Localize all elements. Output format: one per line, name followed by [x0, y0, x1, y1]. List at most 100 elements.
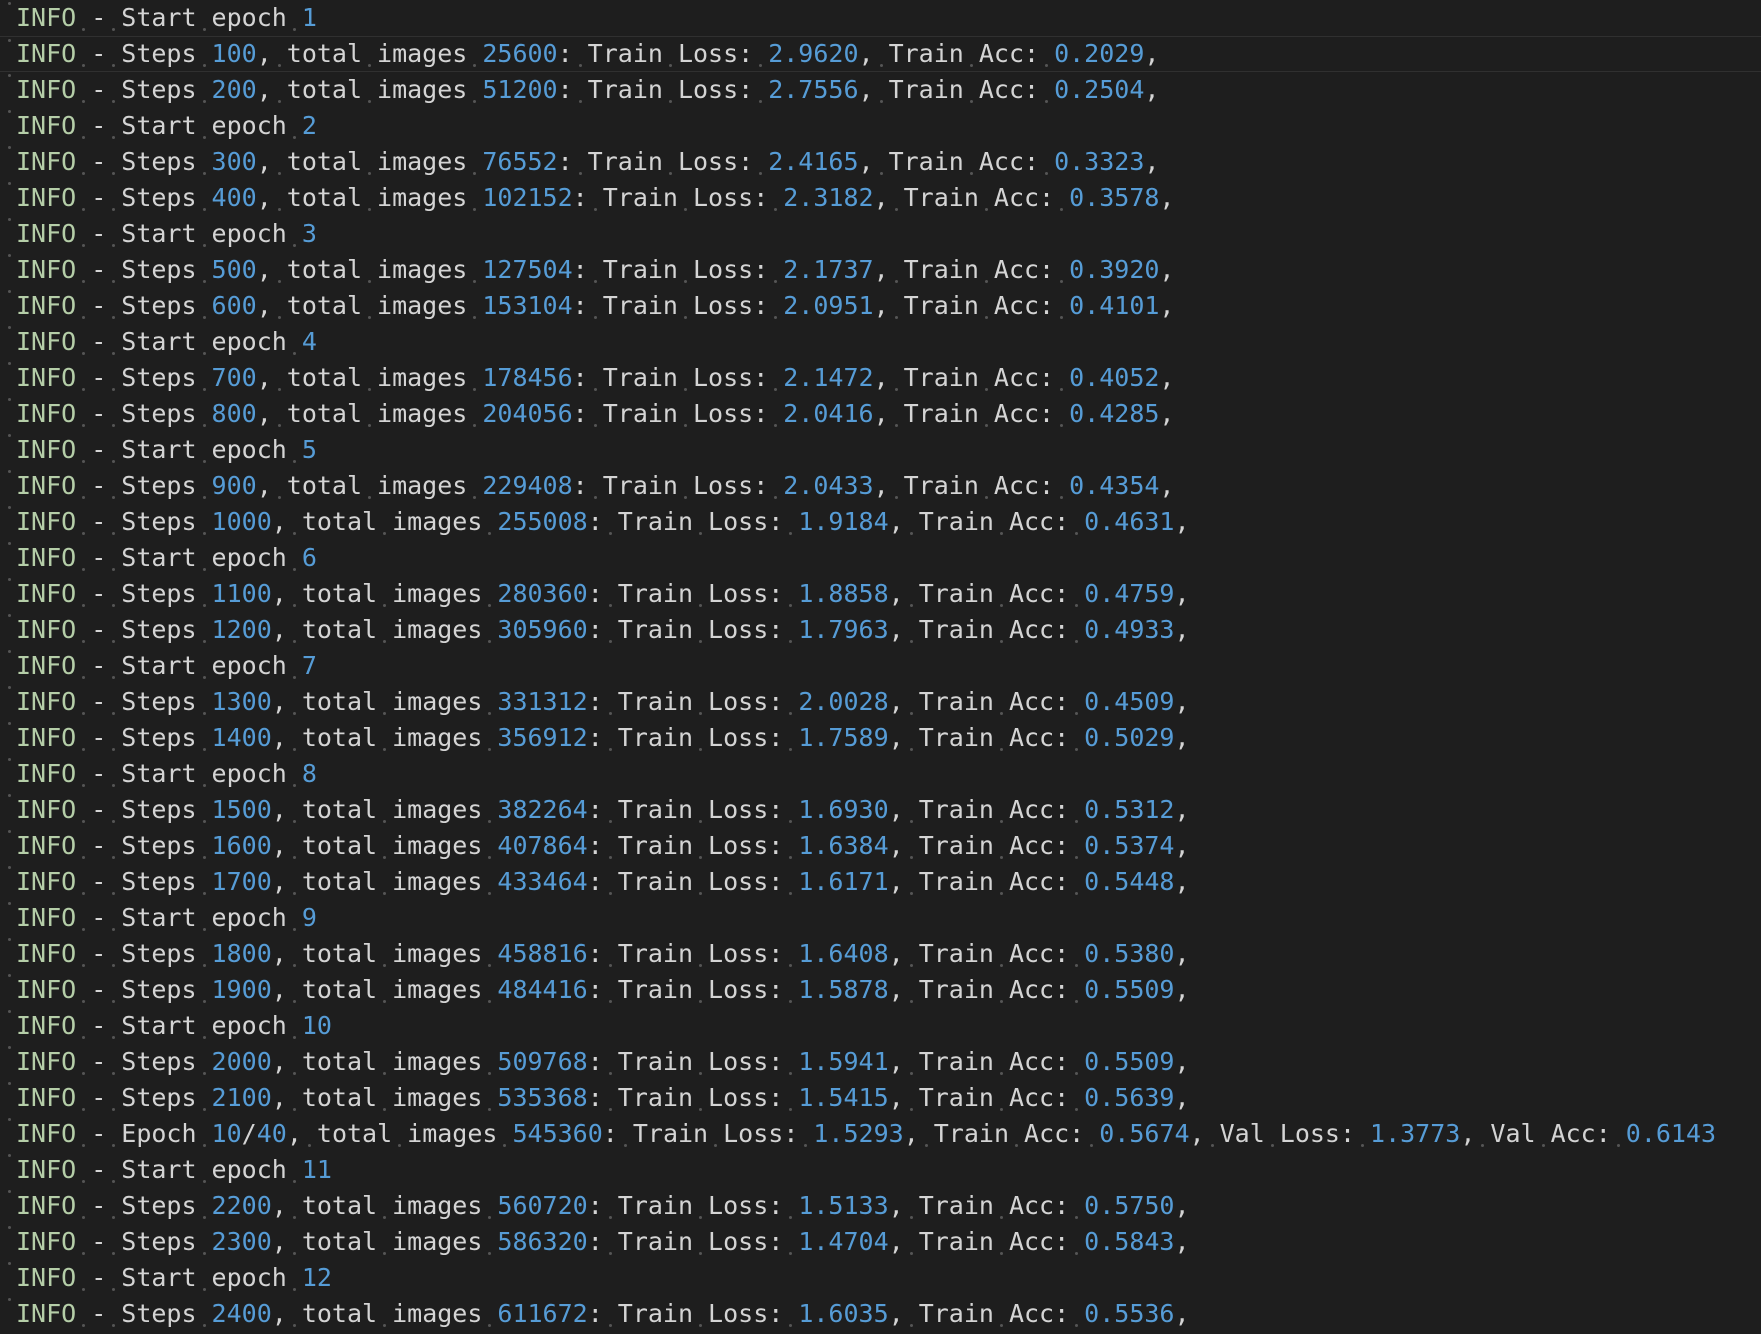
- token-text: ,: [1174, 1083, 1190, 1112]
- log-text: : Train Loss:: [573, 183, 784, 212]
- log-number: 229408: [482, 471, 572, 500]
- log-line[interactable]: INFO - Steps 600, total images 153104: Train Los…: [0, 288, 1761, 324]
- log-line[interactable]: INFO - Steps 1700, total images 433464: Train Lo…: [0, 864, 1761, 900]
- log-number: 0.4285: [1069, 399, 1159, 428]
- log-line[interactable]: INFO - Start epoch 6: [0, 540, 1761, 576]
- log-number: 1.5293: [813, 1119, 903, 1148]
- log-level: INFO: [16, 903, 76, 932]
- log-text: , Train Acc:: [859, 39, 1055, 68]
- token-text: images: [392, 939, 483, 968]
- token-text: :: [587, 723, 603, 752]
- token-text: Train: [617, 1227, 694, 1256]
- log-number: 51200: [482, 75, 557, 104]
- log-line[interactable]: INFO - Steps 2100, total images 535368: Train Lo…: [0, 1080, 1761, 1116]
- token-text: Steps: [121, 471, 197, 500]
- log-line[interactable]: INFO - Steps 400, total images 102152: Train Los…: [0, 180, 1761, 216]
- token-text: Train: [602, 291, 678, 320]
- token-text: 1.6171: [798, 867, 889, 896]
- log-level: INFO: [16, 1083, 76, 1112]
- token-text: Start: [121, 1155, 197, 1184]
- token-text: Loss:: [708, 831, 784, 860]
- log-text: - Start epoch: [76, 1263, 302, 1292]
- log-line[interactable]: INFO - Steps 2000, total images 509768: Train Lo…: [0, 1044, 1761, 1080]
- log-text: - Steps: [76, 183, 211, 212]
- log-line[interactable]: INFO - Start epoch 9: [0, 900, 1761, 936]
- log-text: : Train Loss:: [588, 687, 799, 716]
- log-line[interactable]: INFO - Steps 2200, total images 560720: Train Lo…: [0, 1188, 1761, 1224]
- log-line[interactable]: INFO - Steps 1000, total images 255008: Train Lo…: [0, 504, 1761, 540]
- log-line[interactable]: INFO - Steps 1300, total images 331312: Train Lo…: [0, 684, 1761, 720]
- log-number: 586320: [497, 1227, 587, 1256]
- log-text: , Train Acc:: [874, 471, 1070, 500]
- log-line[interactable]: INFO - Steps 500, total images 127504: Train Los…: [0, 252, 1761, 288]
- log-line[interactable]: INFO - Start epoch 11: [0, 1152, 1761, 1188]
- log-line[interactable]: INFO - Steps 800, total images 204056: Train Los…: [0, 396, 1761, 432]
- log-number: 305960: [497, 615, 587, 644]
- log-line[interactable]: INFO - Start epoch 4: [0, 324, 1761, 360]
- log-line[interactable]: INFO - Start epoch 12: [0, 1260, 1761, 1296]
- log-text: ,: [1174, 1191, 1189, 1220]
- log-number: 0.5674: [1099, 1119, 1189, 1148]
- log-text: - Start epoch: [76, 3, 302, 32]
- log-number: 0.4052: [1069, 363, 1159, 392]
- log-line[interactable]: INFO - Steps 1200, total images 305960: Train Lo…: [0, 612, 1761, 648]
- token-text: Acc:: [993, 363, 1055, 392]
- token-text: INFO: [16, 219, 77, 248]
- log-line[interactable]: INFO - Steps 1800, total images 458816: Train Lo…: [0, 936, 1761, 972]
- token-text: 0.3578: [1069, 183, 1160, 212]
- log-level: INFO: [16, 111, 76, 140]
- token-text: INFO: [16, 903, 77, 932]
- log-text: : Train Loss:: [588, 1299, 799, 1328]
- log-line[interactable]: INFO - Steps 200, total images 51200: Train Loss…: [0, 72, 1761, 108]
- token-text: Acc:: [993, 255, 1055, 284]
- token-text: Train: [587, 75, 663, 104]
- log-text: , total images: [257, 399, 483, 428]
- token-text: 1700: [211, 867, 272, 896]
- log-line[interactable]: INFO - Steps 2300, total images 586320: Train Lo…: [0, 1224, 1761, 1260]
- log-line[interactable]: INFO - Start epoch 7: [0, 648, 1761, 684]
- log-line[interactable]: INFO - Start epoch 10: [0, 1008, 1761, 1044]
- log-line[interactable]: INFO - Epoch 10/40, total images 545360: Train L…: [0, 1116, 1761, 1152]
- token-text: INFO: [16, 111, 77, 140]
- token-text: total: [301, 1191, 378, 1220]
- log-line[interactable]: INFO - Steps 900, total images 229408: Train Los…: [0, 468, 1761, 504]
- token-text: 331312: [497, 687, 588, 716]
- token-text: total: [286, 471, 363, 500]
- token-text: Train: [918, 687, 994, 716]
- log-text: ,: [1174, 939, 1189, 968]
- log-level: INFO: [16, 219, 76, 248]
- log-number: 500: [212, 255, 257, 284]
- log-line[interactable]: INFO - Start epoch 8: [0, 756, 1761, 792]
- log-text: ,: [1174, 1299, 1189, 1328]
- log-line[interactable]: INFO - Steps 700, total images 178456: Train Los…: [0, 360, 1761, 396]
- log-line[interactable]: INFO - Steps 1100, total images 280360: Train Lo…: [0, 576, 1761, 612]
- token-text: 535368: [497, 1083, 588, 1112]
- log-line[interactable]: INFO - Steps 300, total images 76552: Train Loss…: [0, 144, 1761, 180]
- token-text: ,: [271, 1227, 287, 1256]
- token-text: ,: [888, 795, 904, 824]
- log-line[interactable]: INFO - Start epoch 2: [0, 108, 1761, 144]
- log-level: INFO: [16, 507, 76, 536]
- log-line[interactable]: INFO - Start epoch 3: [0, 216, 1761, 252]
- log-line-current[interactable]: INFO - Steps 100, total images 25600: Train Loss…: [0, 36, 1761, 72]
- token-text: images: [377, 39, 468, 68]
- log-number: 0.4101: [1069, 291, 1159, 320]
- token-text: 0.5843: [1084, 1227, 1175, 1256]
- token-text: images: [392, 795, 483, 824]
- log-text: , Train Acc:: [889, 1299, 1085, 1328]
- log-line[interactable]: INFO - Start epoch 5: [0, 432, 1761, 468]
- log-text: - Epoch: [76, 1119, 211, 1148]
- log-line[interactable]: INFO - Steps 1900, total images 484416: Train Lo…: [0, 972, 1761, 1008]
- log-line[interactable]: INFO - Steps 1600, total images 407864: Train Lo…: [0, 828, 1761, 864]
- token-text: Steps: [121, 507, 197, 536]
- log-editor[interactable]: INFO - Start epoch 1 INFO - Steps 100, total image…: [0, 0, 1761, 1334]
- token-text: Epoch: [121, 1119, 197, 1148]
- log-line[interactable]: INFO - Steps 1500, total images 382264: Train Lo…: [0, 792, 1761, 828]
- log-line[interactable]: INFO - Steps 2400, total images 611672: Train Lo…: [0, 1296, 1761, 1332]
- log-line[interactable]: INFO - Steps 1400, total images 356912: Train Lo…: [0, 720, 1761, 756]
- log-number: 1.5878: [798, 975, 888, 1004]
- token-text: 0.4759: [1084, 579, 1175, 608]
- log-line[interactable]: INFO - Start epoch 1: [0, 0, 1761, 36]
- log-text: , total images: [257, 471, 483, 500]
- token-text: 1.6408: [798, 939, 889, 968]
